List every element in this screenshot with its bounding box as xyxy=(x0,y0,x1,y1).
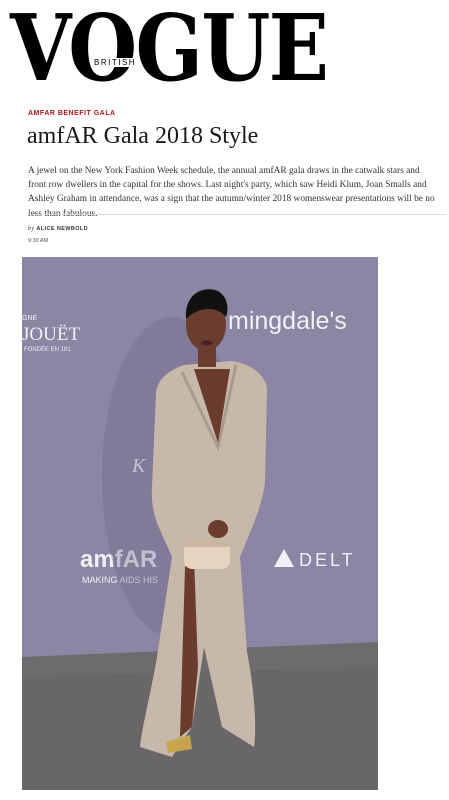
divider xyxy=(28,214,446,215)
vogue-masthead[interactable]: VOGUE BRITISH xyxy=(10,2,329,103)
publish-time: 9:30 AM xyxy=(28,238,49,244)
clutch-clasp xyxy=(184,541,230,547)
delta-logo-text: DELT xyxy=(299,550,356,570)
jouet-fondee-text: FONDÉE EN 181 xyxy=(24,346,71,353)
model-lips xyxy=(201,340,213,346)
byline: by Alice Newbold xyxy=(28,226,88,232)
vogue-logo: VOGUE xyxy=(10,0,329,102)
photo-illustration: mingdale's GNE JOUËT FONDÉE EN 181 K SI … xyxy=(22,257,378,790)
edition-label: BRITISH xyxy=(92,58,139,67)
article-hero-photo: mingdale's GNE JOUËT FONDÉE EN 181 K SI … xyxy=(22,257,378,790)
article-headline: amfAR Gala 2018 Style xyxy=(27,123,259,149)
article-category-link[interactable]: AMFAR BENEFIT GALA xyxy=(28,110,116,117)
byline-prefix: by xyxy=(28,226,35,232)
bloomingdales-logo-text: mingdale's xyxy=(228,307,347,335)
author-link[interactable]: Alice Newbold xyxy=(36,226,88,232)
model-hand xyxy=(208,520,228,538)
jouet-logo-text: JOUËT xyxy=(22,324,80,345)
jouet-top-text: GNE xyxy=(22,315,38,322)
article-standfirst: A jewel on the New York Fashion Week sch… xyxy=(28,166,435,219)
carpet-texture xyxy=(22,667,378,790)
